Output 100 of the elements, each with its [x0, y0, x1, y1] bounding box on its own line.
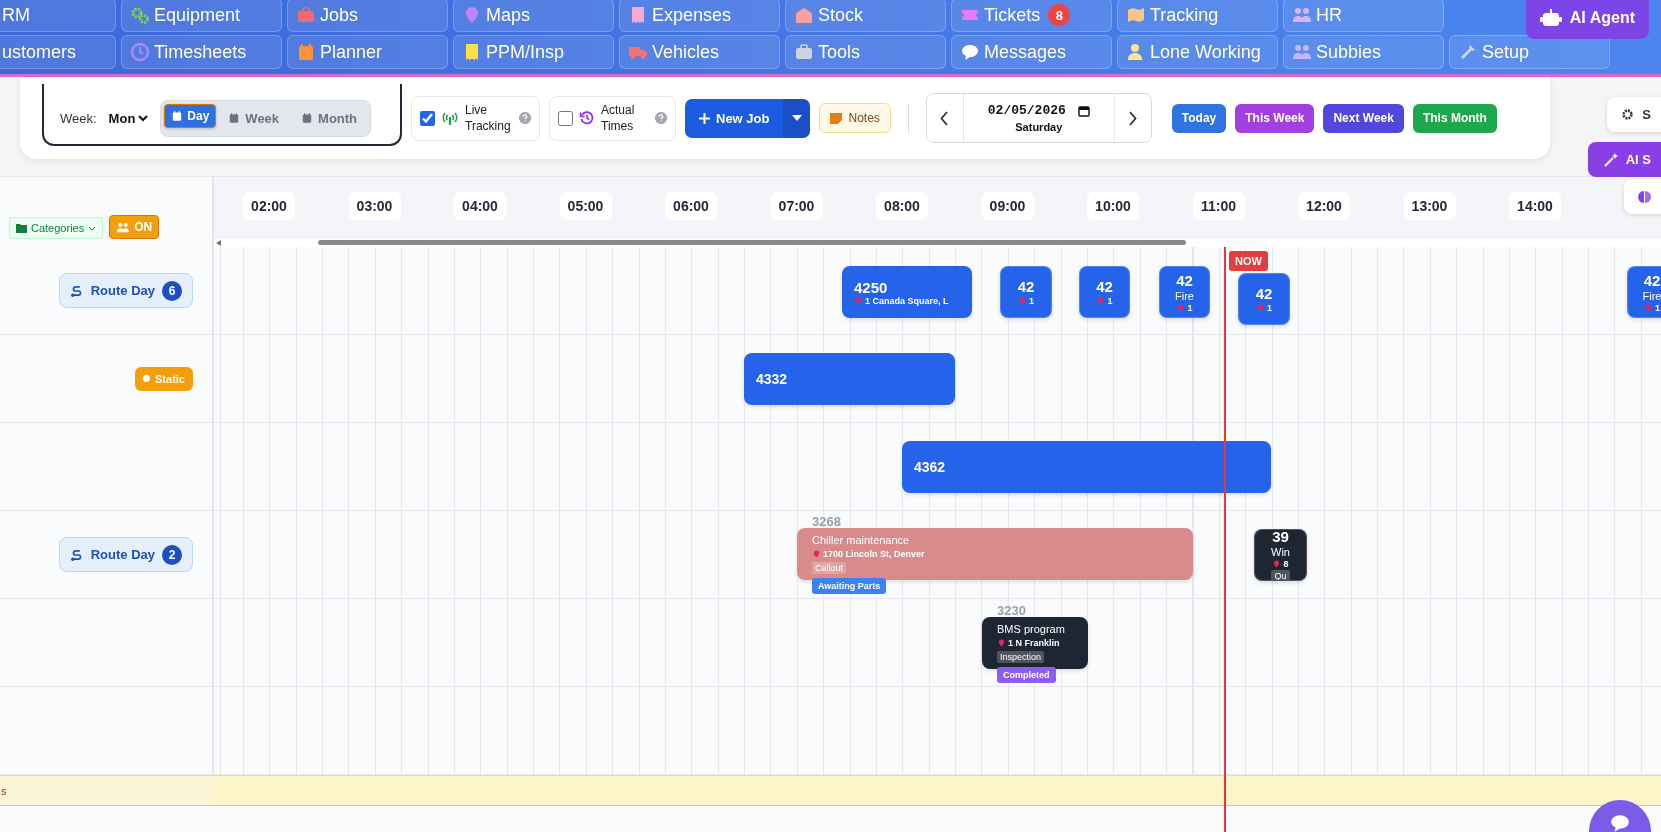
nav-tab[interactable]: Tracking: [1117, 0, 1278, 32]
job-card[interactable]: 42 Fire 1: [1159, 266, 1210, 318]
job-card[interactable]: 42 1: [1079, 266, 1130, 318]
hour-label: 04:00: [454, 192, 506, 220]
date-range-button[interactable]: Next Week: [1323, 103, 1404, 133]
live-tracking-label: Live Tracking: [465, 101, 512, 135]
job-title: Fire: [1642, 289, 1661, 302]
job-number: 42: [1096, 278, 1113, 295]
hour-label: 06:00: [665, 192, 717, 220]
ai-agent-button[interactable]: AI Agent: [1525, 0, 1649, 39]
view-tab[interactable]: Week: [218, 103, 290, 133]
job-card[interactable]: 42 1: [1000, 266, 1052, 318]
job-number: 3230: [997, 603, 1026, 618]
week-label: Week:: [60, 110, 97, 126]
weekday-label: Saturday: [1015, 121, 1063, 133]
job-address: 8: [1283, 559, 1289, 569]
hour-label: 13:00: [1403, 192, 1456, 220]
job-number: 3268: [812, 514, 841, 529]
job-address: 1: [1655, 302, 1660, 313]
job-number: 42: [1643, 271, 1661, 289]
job-card[interactable]: BMS program 1 N Franklin Inspection: [982, 617, 1088, 669]
nav-tab[interactable]: Jobs: [287, 0, 448, 32]
nav-tab[interactable]: Timesheets: [121, 35, 282, 69]
count-badge: 6: [162, 280, 182, 301]
job-address: 1: [1187, 302, 1193, 313]
nav-tab[interactable]: Messages: [951, 35, 1112, 69]
job-title: Chiller maintenance: [812, 534, 910, 546]
hour-label: 12:00: [1298, 192, 1350, 220]
nav-tab[interactable]: Setup: [1449, 35, 1610, 69]
hour-label: 08:00: [876, 192, 928, 220]
nav-tab[interactable]: PPM/Insp: [453, 35, 614, 69]
nav-tab[interactable]: Vehicles: [619, 35, 780, 69]
nav-tab[interactable]: Tools: [785, 35, 946, 69]
hour-label: 05:00: [559, 192, 612, 220]
hour-label: 03:00: [348, 192, 401, 220]
ai-button[interactable]: AI S: [1587, 142, 1661, 177]
job-title: BMS program: [997, 623, 1065, 635]
nav-tab[interactable]: Lone Working: [1117, 35, 1278, 69]
date-range-button[interactable]: This Month: [1412, 103, 1497, 133]
job-address: 1700 Lincoln St, Denver: [823, 549, 925, 559]
nav-tab[interactable]: Equipment: [121, 0, 282, 32]
hour-label: 11:00: [1192, 192, 1245, 220]
view-tab[interactable]: Month: [291, 103, 368, 133]
job-card[interactable]: 4250 1 Canada Square, L: [842, 266, 972, 318]
date-range-button[interactable]: This Week: [1235, 103, 1315, 133]
nav-tab[interactable]: Planner: [287, 35, 448, 69]
week-start-select[interactable]: Mon: [108, 110, 149, 126]
hour-label: 10:00: [1087, 192, 1139, 220]
job-address: 1: [1029, 296, 1034, 306]
date-field[interactable]: 02/05/2026: [987, 103, 1090, 118]
actual-times-label: Actual Times: [601, 101, 636, 135]
count-badge: 2: [162, 544, 182, 565]
job-bar[interactable]: 4332: [744, 353, 955, 405]
job-number: 4332: [756, 371, 789, 387]
job-card[interactable]: Chiller maintenance 1700 Lincoln St, Denver Callout: [797, 528, 1193, 580]
job-address: 1: [1267, 303, 1272, 313]
static-badge: Static: [135, 366, 193, 391]
date-range-button[interactable]: Today: [1171, 103, 1227, 133]
count-badge: 8: [1048, 4, 1071, 26]
notes-button[interactable]: Notes: [819, 103, 891, 133]
job-card[interactable]: 42 Fire 1: [1627, 266, 1661, 318]
nav-tab[interactable]: Stock: [785, 0, 946, 32]
hour-label: 14:00: [1509, 192, 1561, 220]
status-badge: Completed: [997, 667, 1056, 683]
route-day-button[interactable]: Route Day 6: [58, 273, 193, 308]
job-title: Win: [1271, 546, 1290, 558]
job-address: 1 Canada Square, L: [865, 295, 949, 306]
nav-tab[interactable]: RM: [0, 0, 116, 32]
new-job-button[interactable]: New Job: [685, 98, 784, 138]
job-number: 42: [1017, 278, 1035, 295]
nav-tab[interactable]: Maps: [453, 0, 614, 32]
job-type-tag: Callout: [812, 562, 846, 574]
hour-label: 02:00: [243, 192, 295, 220]
job-number: 42: [1176, 271, 1193, 289]
nav-tab[interactable]: ustomers: [0, 35, 116, 69]
job-number: 39: [1272, 530, 1289, 545]
nav-tab[interactable]: Tickets 8: [951, 0, 1112, 32]
job-type-tag: Qu: [1271, 570, 1290, 580]
status-badge: Awaiting Parts: [812, 578, 887, 594]
now-badge: NOW: [1229, 251, 1268, 271]
hour-label: 09:00: [981, 192, 1034, 220]
job-address: 1: [1107, 296, 1113, 306]
row-label: s: [1, 784, 7, 797]
job-number: 42: [1255, 285, 1273, 302]
job-card[interactable]: 42 1: [1238, 273, 1290, 325]
settings-button[interactable]: S: [1607, 97, 1661, 132]
nav-tab[interactable]: Subbies: [1283, 35, 1444, 69]
view-tab[interactable]: Day: [164, 103, 217, 128]
job-type-tag: Inspection: [997, 651, 1045, 663]
categories-dropdown[interactable]: Categories: [9, 217, 104, 239]
nav-tab[interactable]: Expenses: [619, 0, 780, 32]
job-number: 4250: [854, 278, 889, 296]
job-title: Fire: [1175, 289, 1194, 302]
job-card[interactable]: 39 Win 8 Qu: [1254, 529, 1307, 581]
job-number: 4362: [914, 459, 947, 475]
job-address: 1 N Franklin: [1008, 638, 1060, 648]
route-day-button[interactable]: Route Day 2: [58, 537, 193, 572]
hour-label: 07:00: [770, 192, 823, 220]
job-bar[interactable]: 4362: [902, 441, 1271, 493]
nav-tab[interactable]: HR: [1283, 0, 1444, 32]
